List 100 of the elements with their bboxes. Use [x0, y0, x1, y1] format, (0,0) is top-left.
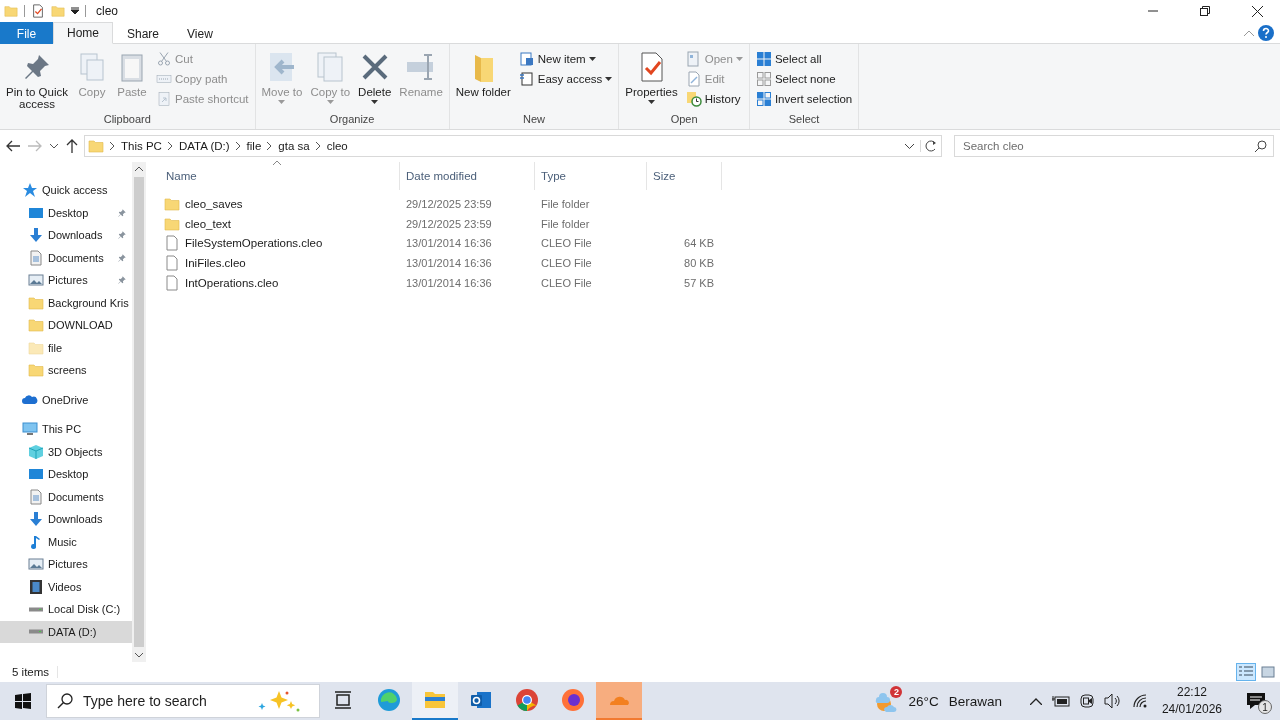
notifications-button[interactable]: 1 [1236, 691, 1276, 711]
folder-icon [164, 215, 180, 232]
taskbar-search-field[interactable]: Type here to search [83, 693, 243, 709]
properties-icon [31, 4, 45, 18]
breadcrumb[interactable]: cleo [326, 140, 348, 152]
file-name[interactable]: cleo_text [185, 217, 232, 230]
ribbon-button[interactable]: Select all [752, 49, 856, 69]
nav-item[interactable]: Desktop [0, 201, 132, 224]
browser-icon [561, 688, 585, 712]
browser-icon [377, 688, 401, 712]
nav-item[interactable]: DATA (D:) [0, 620, 132, 643]
caret-icon [371, 100, 379, 104]
up-button[interactable] [64, 137, 80, 155]
recent-locations-button[interactable] [48, 141, 60, 151]
picture-icon [28, 272, 44, 289]
table-cell-text: 64 KB [683, 237, 715, 250]
column-header[interactable]: Size [647, 162, 722, 190]
nav-item[interactable]: Documents [0, 485, 132, 508]
column-header[interactable]: Date modified [400, 162, 535, 190]
nav-item[interactable]: Videos [0, 575, 132, 598]
nav-item[interactable]: Desktop [0, 463, 132, 486]
column-header[interactable]: Type [535, 162, 647, 190]
wifi-icon [1131, 693, 1148, 709]
picture-icon [28, 556, 44, 573]
breadcrumb[interactable]: This PC [121, 140, 162, 152]
folder-icon [51, 4, 65, 18]
caret-icon [648, 100, 656, 104]
nav-item[interactable]: This PC [0, 418, 132, 441]
nav-item[interactable]: Pictures [0, 553, 132, 576]
table-cell-text: CLEO File [540, 256, 593, 269]
nav-item[interactable]: OneDrive [0, 388, 132, 411]
breadcrumb[interactable]: file [246, 140, 262, 152]
taskbar-app-button[interactable] [412, 682, 458, 720]
nav-item[interactable]: Documents [0, 246, 132, 269]
file-name[interactable]: IniFiles.cleo [185, 256, 246, 269]
address-bar[interactable]: This PC DATA (D:) file gta sa cleo [84, 135, 942, 157]
history-icon [685, 91, 702, 107]
ribbon-button[interactable]: Delete [355, 47, 395, 111]
search-box[interactable]: Search cleo [954, 135, 1274, 157]
details-view-icon [1239, 666, 1253, 678]
file-name[interactable]: FileSystemOperations.cleo [185, 237, 323, 250]
table-cell-text: 29/12/2025 23:59 [405, 197, 493, 210]
battery-icon [1051, 695, 1070, 707]
drive-icon [28, 606, 44, 612]
back-button[interactable] [4, 138, 22, 154]
ribbon-tab[interactable]: File [0, 22, 53, 44]
chevron-up-icon [135, 166, 143, 171]
table-cell-text: File folder [540, 197, 591, 210]
window-title: cleo [96, 4, 118, 18]
nav-item[interactable]: Downloads [0, 508, 132, 531]
view-button[interactable] [1258, 663, 1278, 681]
column-header[interactable]: Name [160, 162, 400, 190]
clock[interactable]: 22:12 24/01/2026 [1157, 684, 1226, 718]
nav-item[interactable]: Pictures [0, 269, 132, 292]
ribbon-tab[interactable]: View [173, 22, 227, 44]
ribbon-button[interactable]: History [682, 89, 746, 109]
ribbon-button[interactable]: Properties [622, 47, 681, 111]
nav-item[interactable]: Background Kris [0, 291, 132, 314]
document-icon [28, 249, 44, 266]
breadcrumb[interactable]: gta sa [278, 140, 310, 152]
drive-icon [28, 629, 44, 635]
nav-item[interactable]: Quick access [0, 179, 132, 202]
shortcut-icon [156, 91, 172, 107]
file-name[interactable]: cleo_saves [185, 197, 243, 210]
file-name[interactable]: IntOperations.cleo [185, 276, 279, 289]
browser-icon [515, 688, 539, 712]
ribbon-button[interactable]: Select none [752, 69, 856, 89]
chevron-right-icon [315, 142, 321, 150]
folder-icon [88, 138, 104, 154]
restore-icon [1200, 6, 1210, 16]
ribbon-button[interactable]: Invert selection [752, 89, 856, 109]
nav-item[interactable]: DOWNLOAD [0, 314, 132, 337]
ribbon-tab[interactable]: Share [113, 22, 174, 44]
nav-item[interactable]: Local Disk (C:) [0, 598, 132, 621]
notification-badge: 2 [890, 686, 903, 698]
breadcrumb[interactable]: DATA (D:) [178, 140, 230, 152]
search-field[interactable]: Search cleo [961, 139, 1255, 153]
table-cell-text: 80 KB [683, 256, 715, 269]
chevron-right-icon [110, 142, 115, 150]
large-icons-view-icon [1261, 666, 1275, 678]
nav-item[interactable]: screens [0, 359, 132, 382]
ribbon-button[interactable]: Easy access [515, 69, 616, 89]
nav-item[interactable]: file [0, 336, 132, 359]
table-cell-text: 13/01/2014 16:36 [405, 276, 493, 289]
folder-icon [164, 195, 180, 212]
table-cell-text: File folder [540, 217, 591, 230]
select-all-icon [755, 51, 772, 67]
help-button[interactable] [1256, 22, 1276, 43]
ribbon-button[interactable]: New item [515, 49, 616, 69]
taskbar-search-box[interactable]: Type here to search [46, 684, 320, 718]
ribbon-button[interactable]: Pin to Quick access [3, 47, 71, 111]
notification-count: 1 [1258, 700, 1272, 714]
nav-item[interactable]: Music [0, 530, 132, 553]
ribbon-tab[interactable]: Home [53, 22, 113, 44]
view-button[interactable] [1236, 663, 1256, 681]
chevron-right-icon [267, 142, 273, 150]
ribbon-button[interactable]: New folder [452, 47, 514, 111]
folder-icon [4, 4, 18, 18]
nav-item[interactable]: 3D Objects [0, 440, 132, 463]
nav-item[interactable]: Downloads [0, 224, 132, 247]
